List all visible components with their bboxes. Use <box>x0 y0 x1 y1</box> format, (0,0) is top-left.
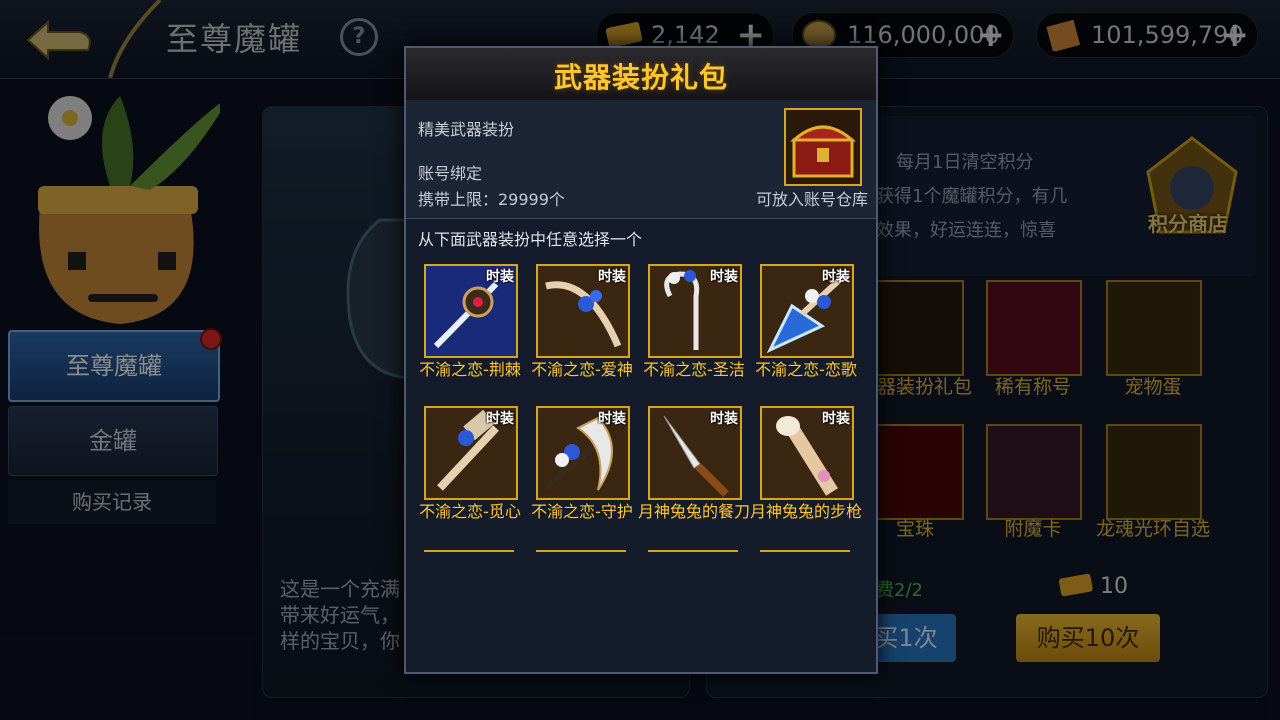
weapon-label: 不渝之恋-觅心 <box>419 502 521 521</box>
weapon-item-thorn[interactable]: 时装 <box>424 264 518 358</box>
select-instruction: 从下面武器装扮中任意选择一个 <box>418 230 643 249</box>
weapon-item-love-song[interactable]: 时装 <box>760 264 854 358</box>
weapon-item-rabbit-rifle[interactable]: 时装 <box>760 406 854 500</box>
weapon-item-partial[interactable] <box>760 550 850 556</box>
weapon-item-partial[interactable] <box>536 550 626 556</box>
weapon-label: 月神兔兔的餐刀 <box>638 502 751 521</box>
weapon-item-cupid[interactable]: 时装 <box>536 264 630 358</box>
weapon-item-partial[interactable] <box>648 550 738 556</box>
weapon-item-holy[interactable]: 时装 <box>648 264 742 358</box>
weapon-label: 不渝之恋-恋歌 <box>755 360 857 379</box>
item-name: 精美武器装扮 <box>418 120 515 139</box>
weapon-item-partial[interactable] <box>424 550 514 556</box>
weapon-label: 不渝之恋-爱神 <box>531 360 633 379</box>
item-bind-status: 账号绑定 <box>418 164 483 183</box>
weapon-item-heart-seeker[interactable]: 时装 <box>424 406 518 500</box>
item-carry-limit: 携带上限：29999个 <box>418 190 565 209</box>
weapon-label: 不渝之恋-守护 <box>531 502 633 521</box>
weapon-label: 不渝之恋-圣洁 <box>643 360 745 379</box>
fashion-tag: 时装 <box>822 411 850 427</box>
weapon-item-rabbit-knife[interactable]: 时装 <box>648 406 742 500</box>
weapon-item-guardian[interactable]: 时装 <box>536 406 630 500</box>
dialog-header: 武器装扮礼包 <box>406 48 876 101</box>
fashion-tag: 时装 <box>822 269 850 285</box>
item-storable: 可放入账号仓库 <box>755 190 868 209</box>
fashion-tag: 时装 <box>710 411 738 427</box>
fashion-tag: 时装 <box>710 269 738 285</box>
treasure-chest-icon <box>784 108 862 186</box>
fashion-tag: 时装 <box>598 269 626 285</box>
dialog-title: 武器装扮礼包 <box>553 61 728 94</box>
weapon-label: 月神兔兔的步枪 <box>750 502 863 521</box>
fashion-tag: 时装 <box>486 411 514 427</box>
weapon-label: 不渝之恋-荆棘 <box>419 360 521 379</box>
fashion-tag: 时装 <box>486 269 514 285</box>
fashion-tag: 时装 <box>598 411 626 427</box>
weapon-skin-pack-dialog: 武器装扮礼包 精美武器装扮 账号绑定 携带上限：29999个 可放入账号仓库 从… <box>404 46 878 674</box>
